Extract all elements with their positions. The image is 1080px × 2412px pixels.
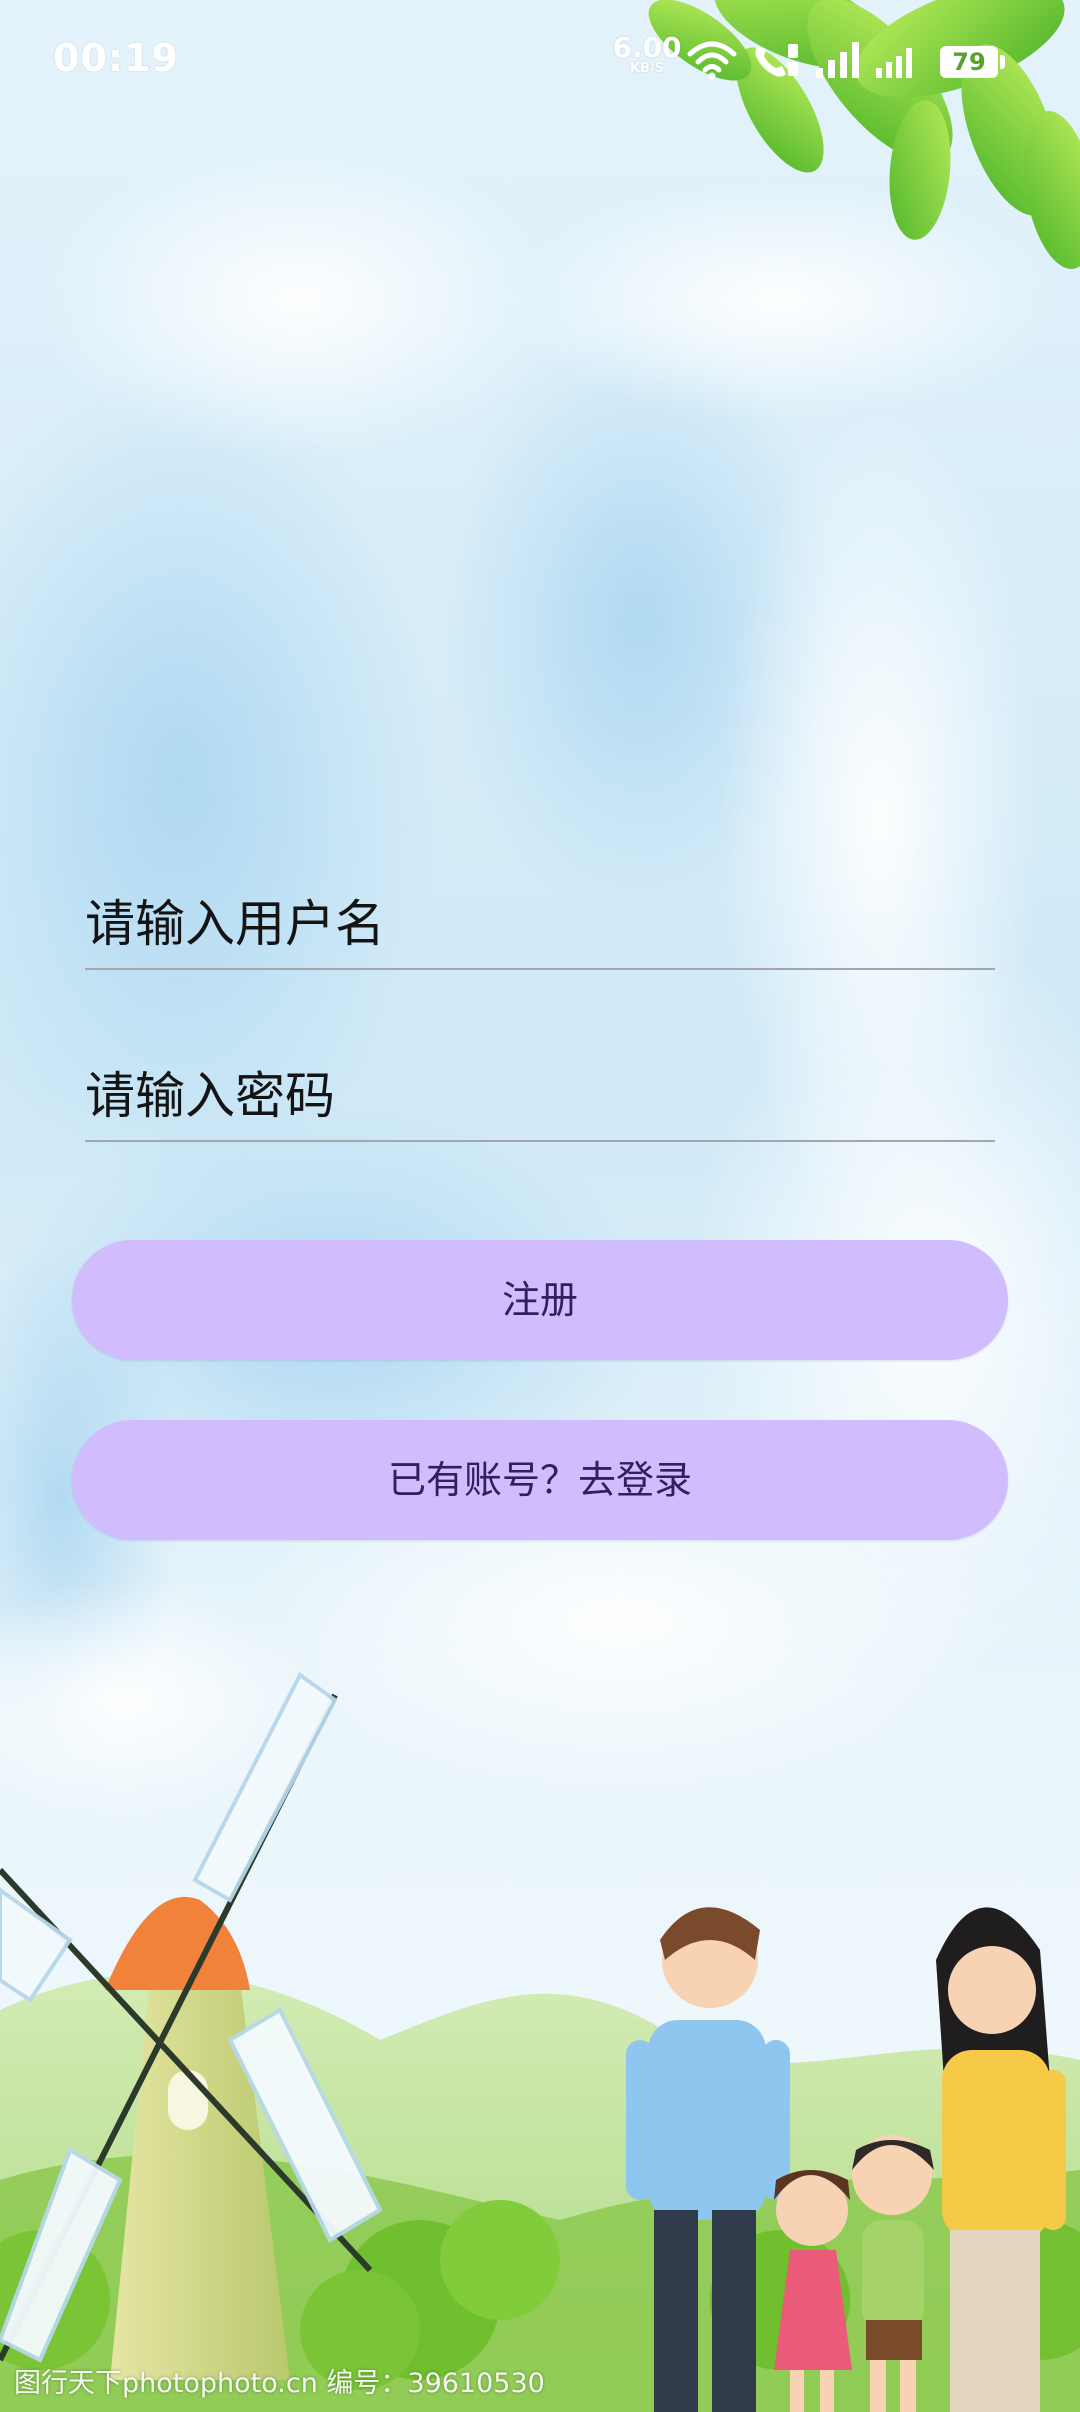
status-time: 00:19 [53, 36, 179, 80]
battery-level: 79 [952, 48, 986, 76]
call-icon [755, 44, 798, 77]
network-speed-value: 6.00 [612, 31, 682, 64]
status-bar: 00:19 6.00 KB/S 79 [0, 0, 1080, 120]
password-input[interactable] [85, 1058, 995, 1140]
username-field [85, 886, 995, 970]
network-speed: 6.00 KB/S [612, 31, 682, 76]
register-button[interactable]: 注册 [72, 1240, 1008, 1360]
wifi-icon [687, 41, 737, 80]
signal-strength-icon [816, 42, 859, 78]
battery-icon: 79 [940, 46, 998, 78]
login-link-button[interactable]: 已有账号？去登录 [72, 1420, 1008, 1540]
watermark: 图行天下photophoto.cn 编号：39610530 [14, 2368, 545, 2399]
password-field [85, 1058, 995, 1142]
username-input[interactable] [85, 886, 995, 968]
signal-strength-2-icon [876, 48, 912, 78]
battery-cap [1000, 55, 1005, 69]
background-illustration [0, 0, 1080, 2412]
